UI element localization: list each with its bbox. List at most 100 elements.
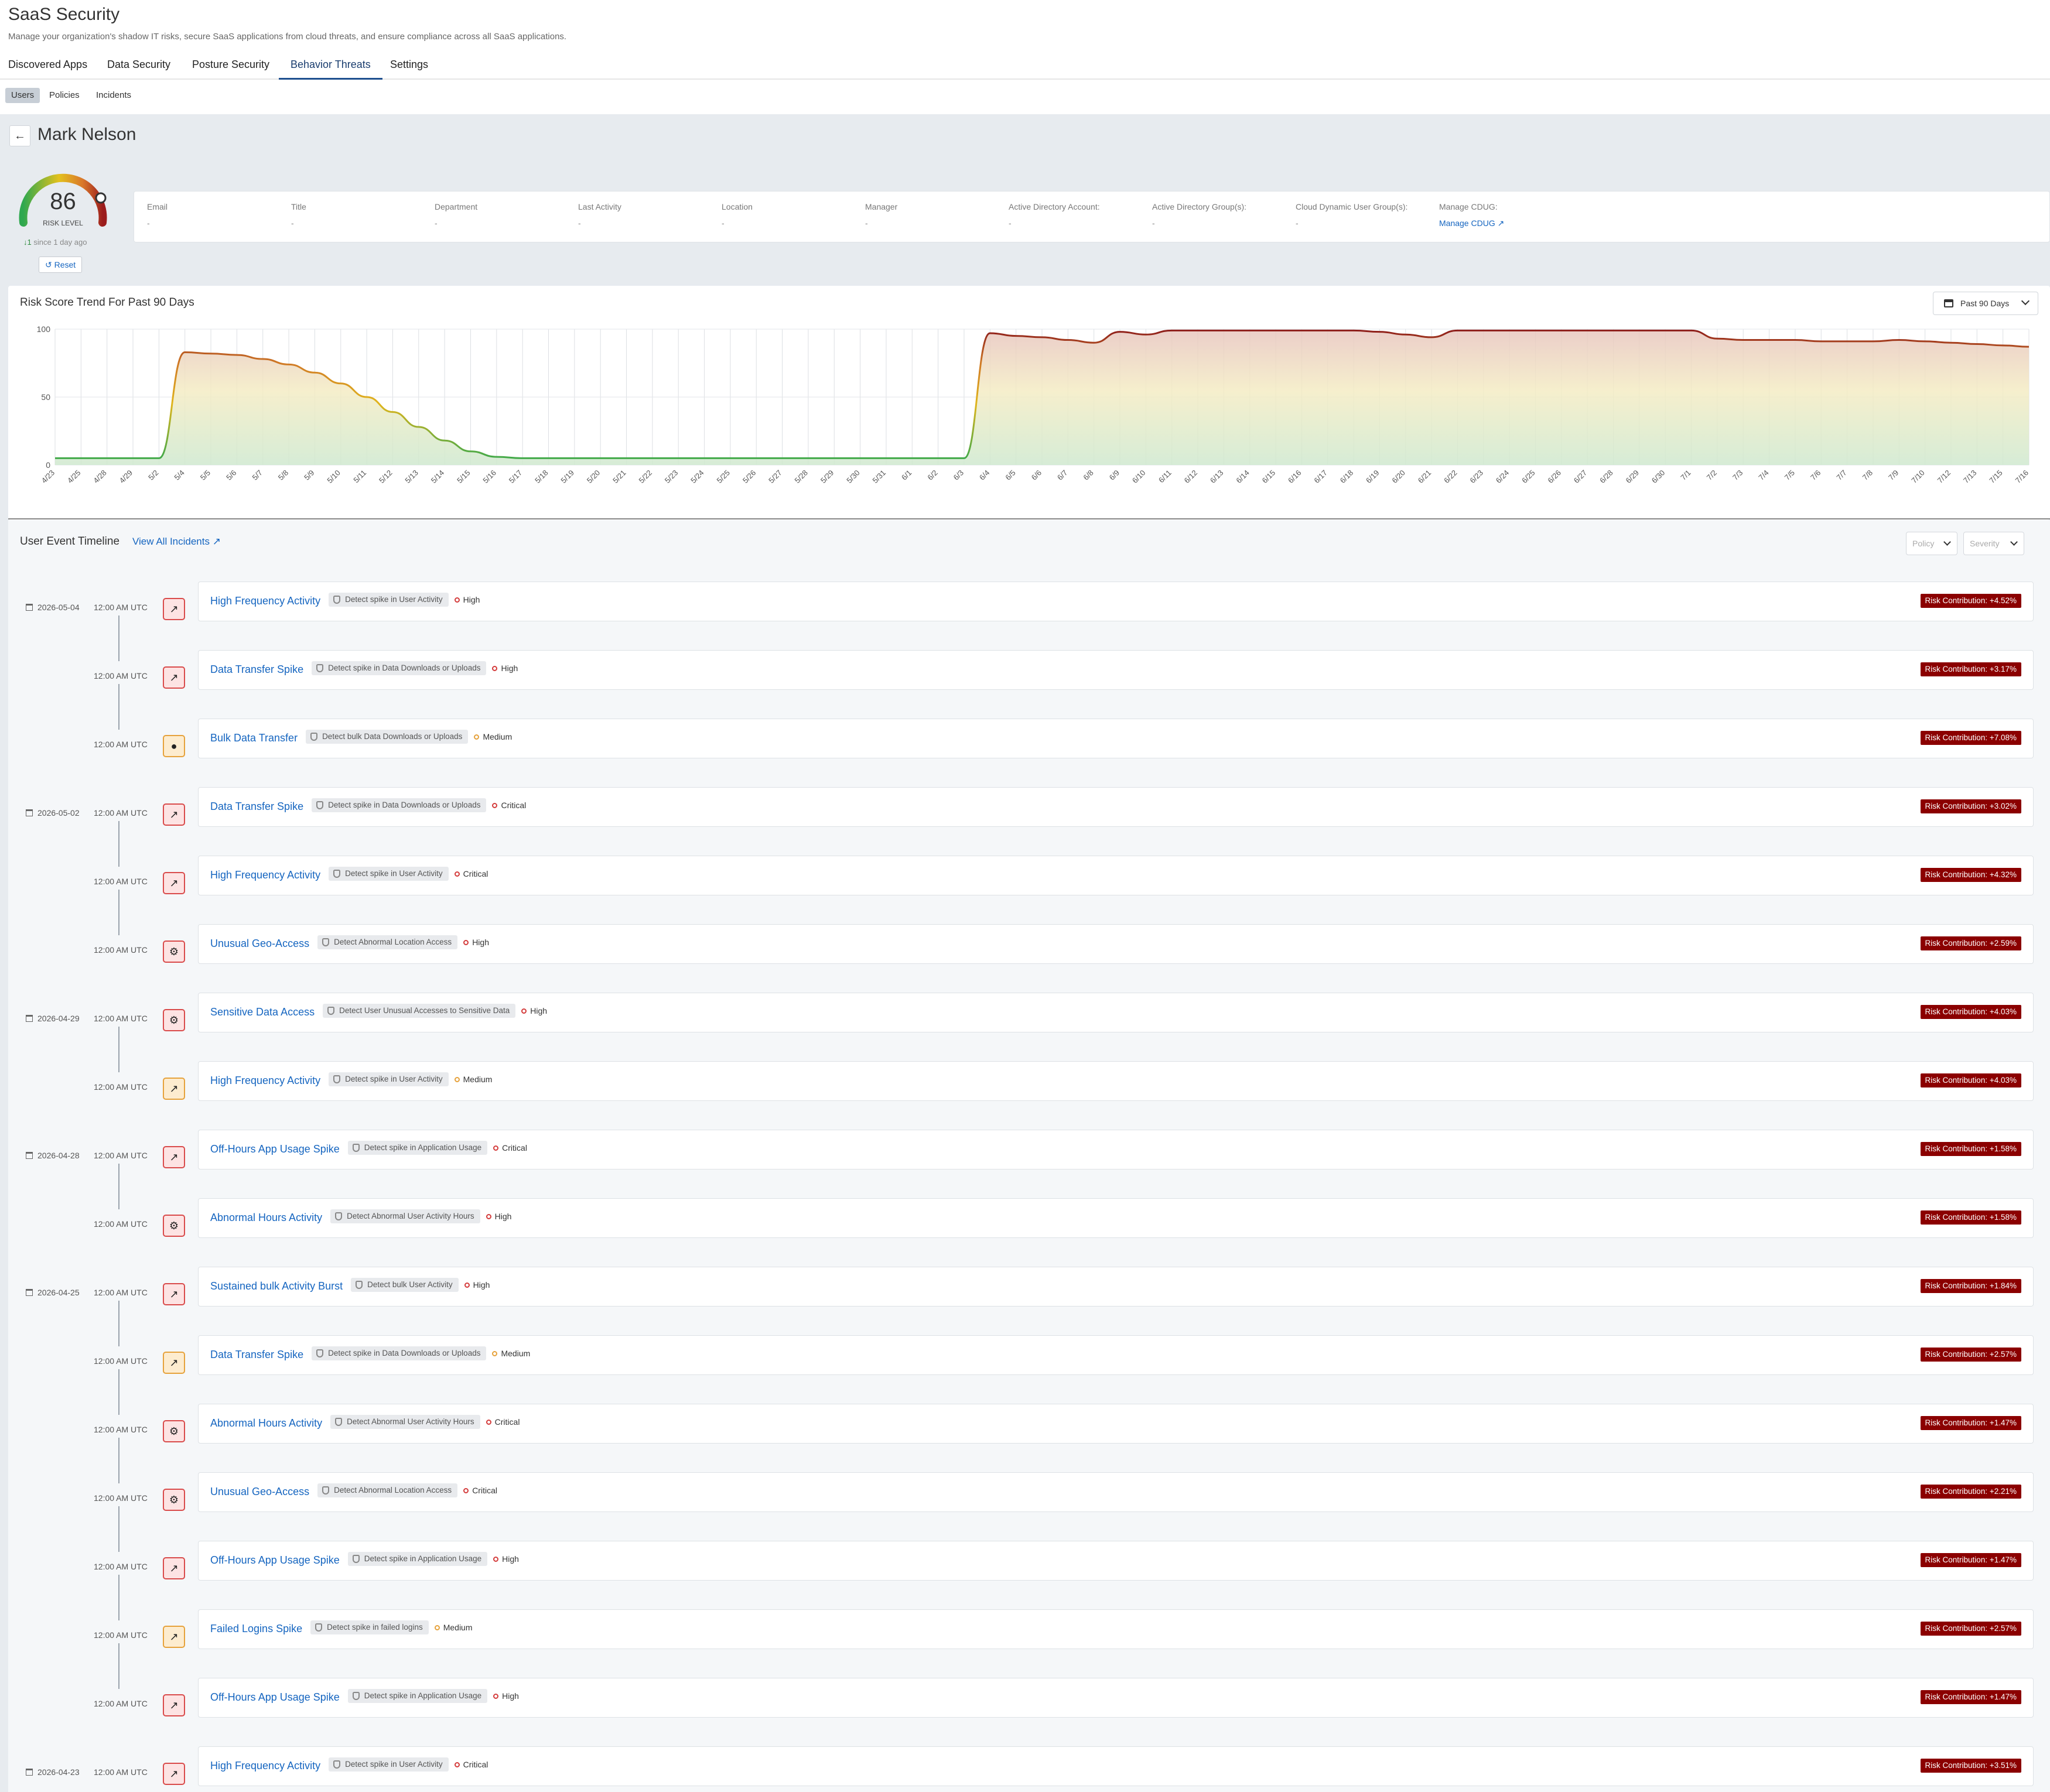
event-name-link[interactable]: Unusual Geo-Access: [210, 1486, 309, 1498]
event-card[interactable]: Failed Logins Spike Detect spike in faile…: [198, 1609, 2034, 1649]
risk-contribution-badge: Risk Contribution: +3.17%: [1920, 662, 2021, 676]
policy-tag: Detect spike in User Activity: [329, 1072, 449, 1086]
event-name-link[interactable]: Abnormal Hours Activity: [210, 1212, 322, 1224]
policy-tag: Detect spike in Data Downloads or Upload…: [312, 798, 487, 812]
info-value: -: [1152, 218, 1155, 228]
event-card[interactable]: High Frequency Activity Detect spike in U…: [198, 1746, 2034, 1786]
severity-badge: Critical: [493, 1143, 527, 1153]
policy-tag: Detect spike in User Activity: [329, 867, 449, 881]
reset-label: Reset: [54, 260, 76, 269]
severity-dot-icon: [454, 597, 460, 603]
policy-filter[interactable]: Policy: [1906, 532, 1957, 555]
event-name-link[interactable]: High Frequency Activity: [210, 595, 320, 607]
event-card[interactable]: Data Transfer Spike Detect spike in Data …: [198, 787, 2034, 827]
range-label: Past 90 Days: [1960, 299, 2010, 308]
shield-icon: [316, 801, 324, 809]
event-time: 12:00 AM UTC: [94, 1219, 148, 1229]
policy-tag: Detect spike in Application Usage: [347, 1689, 488, 1703]
event-date-text: 2026-05-04: [37, 603, 80, 612]
event-name-link[interactable]: Data Transfer Spike: [210, 1349, 303, 1361]
event-card[interactable]: Sustained bulk Activity Burst Detect bulk…: [198, 1267, 2034, 1307]
manage-cdug-link[interactable]: Manage CDUG ↗: [1439, 218, 1504, 228]
chart-x-tick-label: 6/11: [1157, 468, 1173, 485]
policy-filter-label: Policy: [1912, 539, 1935, 548]
shield-icon: [333, 870, 341, 878]
info-ad-account: Active Directory Account: -: [1009, 202, 1100, 228]
page-header: SaaS Security Manage your organization's…: [0, 0, 2050, 114]
severity-label: Critical: [502, 1143, 527, 1153]
event-card[interactable]: Abnormal Hours Activity Detect Abnormal U…: [198, 1198, 2034, 1238]
policy-tag-label: Detect spike in Data Downloads or Upload…: [328, 1349, 481, 1357]
chart-x-tick-label: 7/2: [1705, 468, 1718, 482]
info-manager: Manager -: [865, 202, 897, 228]
risk-contribution-badge: Risk Contribution: +7.08%: [1920, 731, 2021, 745]
event-card[interactable]: Off-Hours App Usage Spike Detect spike in…: [198, 1541, 2034, 1581]
bug-icon: ⚙: [163, 1420, 185, 1442]
tab-behavior-threats[interactable]: Behavior Threats: [279, 59, 382, 80]
severity-badge: Medium: [434, 1623, 473, 1632]
event-card[interactable]: Data Transfer Spike Detect spike in Data …: [198, 650, 2034, 690]
chart-x-tick-label: 6/20: [1390, 468, 1407, 485]
tab-discovered-apps[interactable]: Discovered Apps: [8, 59, 87, 80]
event-card[interactable]: Off-Hours App Usage Spike Detect spike in…: [198, 1130, 2034, 1169]
info-value: -: [1009, 218, 1012, 228]
event-name-link[interactable]: Off-Hours App Usage Spike: [210, 1554, 340, 1567]
subtab-incidents[interactable]: Incidents: [90, 88, 137, 103]
subtab-policies[interactable]: Policies: [43, 88, 86, 103]
event-card[interactable]: Sensitive Data Access Detect User Unusual…: [198, 993, 2034, 1032]
shield-icon: [327, 1007, 335, 1015]
shield-icon: [333, 1760, 341, 1769]
event-card[interactable]: High Frequency Activity Detect spike in U…: [198, 582, 2034, 621]
event-card[interactable]: Bulk Data Transfer Detect bulk Data Downl…: [198, 719, 2034, 758]
event-card[interactable]: Off-Hours App Usage Spike Detect spike in…: [198, 1678, 2034, 1718]
policy-tag: Detect Abnormal Location Access: [317, 1483, 458, 1497]
range-dropdown[interactable]: Past 90 Days: [1933, 292, 2038, 315]
event-name-link[interactable]: Off-Hours App Usage Spike: [210, 1143, 340, 1155]
shield-icon: [333, 1075, 341, 1083]
event-name-link[interactable]: Data Transfer Spike: [210, 801, 303, 813]
tab-posture-security[interactable]: Posture Security: [192, 59, 269, 80]
severity-dot-icon: [463, 940, 469, 945]
chart-area: [55, 330, 2029, 465]
event-name-link[interactable]: High Frequency Activity: [210, 1760, 320, 1772]
event-name-link[interactable]: High Frequency Activity: [210, 1075, 320, 1087]
timeline-event: 12:00 AM UTC ● Bulk Data Transfer Detect bu…: [8, 719, 2050, 787]
risk-contribution-badge: Risk Contribution: +4.32%: [1920, 868, 2021, 882]
shield-icon: [322, 1486, 330, 1495]
event-card[interactable]: High Frequency Activity Detect spike in U…: [198, 856, 2034, 895]
event-name-link[interactable]: High Frequency Activity: [210, 869, 320, 881]
event-time: 12:00 AM UTC: [94, 603, 148, 612]
risk-contribution-badge: Risk Contribution: +4.03%: [1920, 1073, 2021, 1087]
trend-icon: ↗: [163, 1078, 185, 1100]
event-name-link[interactable]: Sustained bulk Activity Burst: [210, 1280, 343, 1292]
back-button[interactable]: ←: [9, 125, 30, 146]
chart-x-tick-label: 6/30: [1650, 468, 1667, 485]
shield-icon: [352, 1692, 360, 1700]
event-name-link[interactable]: Unusual Geo-Access: [210, 938, 309, 950]
risk-contribution-badge: Risk Contribution: +3.51%: [1920, 1759, 2021, 1773]
tab-data-security[interactable]: Data Security: [107, 59, 170, 80]
severity-filter[interactable]: Severity: [1963, 532, 2024, 555]
event-name-link[interactable]: Sensitive Data Access: [210, 1006, 315, 1018]
subtab-users[interactable]: Users: [5, 88, 40, 103]
event-card[interactable]: Unusual Geo-Access Detect Abnormal Locati…: [198, 924, 2034, 964]
event-card[interactable]: High Frequency Activity Detect spike in U…: [198, 1061, 2034, 1101]
event-name-link[interactable]: Data Transfer Spike: [210, 664, 303, 676]
event-name-link[interactable]: Abnormal Hours Activity: [210, 1417, 322, 1430]
event-name-link[interactable]: Failed Logins Spike: [210, 1623, 302, 1635]
reset-button[interactable]: ↺ Reset: [39, 257, 83, 273]
chart-x-tick-label: 6/24: [1494, 468, 1511, 485]
timeline-event: 12:00 AM UTC ↗ High Frequency Activity Dete…: [8, 856, 2050, 935]
trend-icon: ↗: [163, 1557, 185, 1579]
chart-x-tick-label: 7/7: [1834, 468, 1848, 482]
tab-settings[interactable]: Settings: [390, 59, 428, 80]
event-name-link[interactable]: Bulk Data Transfer: [210, 732, 298, 744]
event-card[interactable]: Abnormal Hours Activity Detect Abnormal U…: [198, 1404, 2034, 1444]
event-card[interactable]: Data Transfer Spike Detect spike in Data …: [198, 1335, 2034, 1375]
event-card[interactable]: Unusual Geo-Access Detect Abnormal Locati…: [198, 1472, 2034, 1512]
event-name-link[interactable]: Off-Hours App Usage Spike: [210, 1691, 340, 1704]
view-all-incidents-link[interactable]: View All Incidents ↗: [132, 536, 221, 548]
risk-level-label: RISK LEVEL: [43, 219, 83, 227]
chart-x-tick-label: 6/29: [1624, 468, 1641, 485]
chart-x-tick-label: 5/30: [845, 468, 862, 485]
